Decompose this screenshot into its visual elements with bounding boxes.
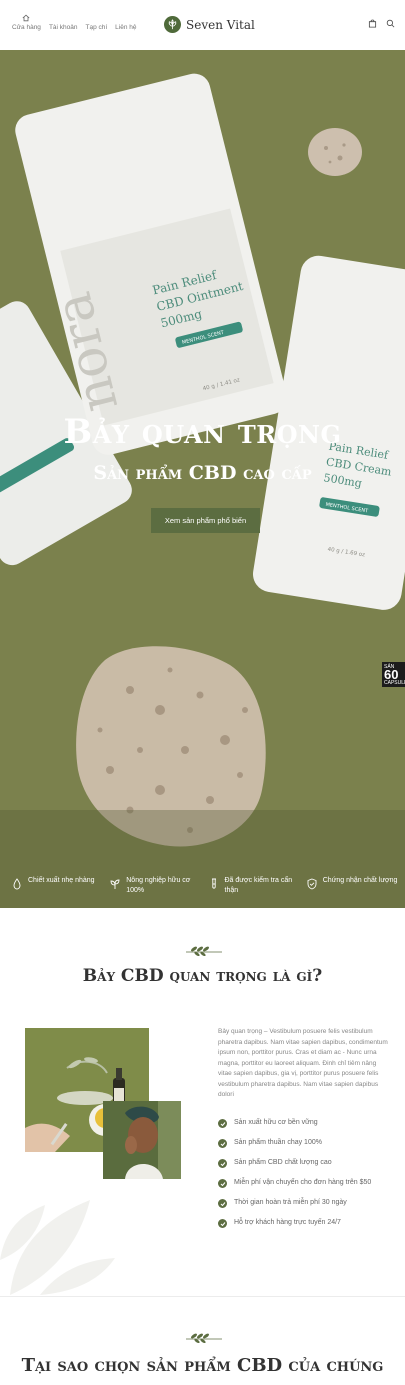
nav-contact[interactable]: Liên hệ bbox=[115, 14, 136, 31]
check-icon bbox=[218, 1119, 227, 1128]
checklist-text: Thời gian hoàn trả miễn phí 30 ngày bbox=[234, 1199, 347, 1206]
why-section-title: Tại sao chọn sản phẩm CBD của chúng bbox=[21, 1355, 384, 1376]
logo-text: Seven Vital bbox=[186, 17, 255, 32]
nav-shop-label: Cửa hàng bbox=[12, 24, 41, 31]
hero-banner: nora Pain Relief CBD Ointment 500mg MENT… bbox=[0, 50, 405, 908]
feature-item: Đã được kiểm tra cẩn thận bbox=[209, 876, 307, 895]
nav-shop[interactable]: Cửa hàng bbox=[12, 14, 41, 31]
checklist-text: Sản phẩm CBD chất lượng cao bbox=[234, 1159, 332, 1166]
check-icon bbox=[218, 1199, 227, 1208]
site-logo[interactable]: Seven Vital bbox=[164, 16, 255, 33]
feature-item: Chiết xuất nhẹ nhàng bbox=[12, 876, 110, 895]
about-paragraph: Bảy quan trọng – Vestibulum posuere feli… bbox=[218, 1028, 388, 1098]
hero-subtitle: Sản phẩm CBD cao cấp bbox=[93, 462, 312, 484]
checklist-item: Sản xuất hữu cơ bền vững bbox=[218, 1118, 393, 1128]
leaf-divider-icon bbox=[186, 946, 222, 956]
checklist-text: Miễn phí vận chuyển cho đơn hàng trên $5… bbox=[234, 1179, 372, 1186]
nav-account-label: Tài khoản bbox=[48, 24, 78, 31]
benefits-checklist: Sản xuất hữu cơ bền vững Sản phẩm thuần … bbox=[218, 1118, 393, 1238]
feature-item: Nông nghiệp hữu cơ 100% bbox=[110, 876, 208, 895]
badge-number: 60 bbox=[384, 667, 399, 682]
check-icon bbox=[218, 1219, 227, 1228]
bag-icon[interactable] bbox=[368, 19, 377, 28]
side-promo-badge[interactable]: SẢN 60 CAPSULES bbox=[382, 662, 405, 687]
sprout-icon bbox=[110, 879, 120, 889]
feature-text: Chiết xuất nhẹ nhàng bbox=[28, 877, 95, 884]
woman-applying-cream-photo bbox=[103, 1101, 181, 1179]
feature-text: Nông nghiệp hữu cơ 100% bbox=[126, 877, 191, 894]
checklist-text: Sản xuất hữu cơ bền vững bbox=[234, 1119, 318, 1126]
nav-magazine-label: Tạp chí bbox=[85, 24, 108, 31]
nav-shop-wrap: Cửa hàng bbox=[12, 14, 41, 31]
top-navigation: Cửa hàng Tài khoản Tạp chí Liên hệ bbox=[12, 14, 137, 31]
about-section-title: Bảy CBD quan trọng là gì? bbox=[82, 966, 323, 986]
checklist-text: Hỗ trợ khách hàng trực tuyến 24/7 bbox=[234, 1219, 341, 1226]
header-actions bbox=[368, 19, 395, 28]
check-icon bbox=[218, 1179, 227, 1188]
nav-contact-label: Liên hệ bbox=[115, 24, 137, 31]
badge-bottom-text: CAPSULES bbox=[384, 680, 405, 686]
leaf-drop-icon bbox=[13, 878, 21, 890]
checklist-item: Thời gian hoàn trả miễn phí 30 ngày bbox=[218, 1198, 393, 1208]
feature-strip: Chiết xuất nhẹ nhàng Nông nghiệp hữu cơ … bbox=[0, 876, 405, 895]
check-icon bbox=[218, 1159, 227, 1168]
checklist-item: Hỗ trợ khách hàng trực tuyến 24/7 bbox=[218, 1218, 393, 1228]
test-tube-icon bbox=[211, 878, 216, 889]
checklist-text: Sản phẩm thuần chay 100% bbox=[234, 1139, 322, 1146]
hero-title: Bảy quan trọng bbox=[63, 412, 342, 452]
home-icon bbox=[23, 14, 30, 22]
search-icon[interactable] bbox=[386, 19, 395, 28]
leaf-divider-icon bbox=[186, 1333, 222, 1343]
checklist-item: Sản phẩm thuần chay 100% bbox=[218, 1138, 393, 1148]
feature-text: Đã được kiểm tra cẩn thận bbox=[224, 877, 293, 894]
section-divider bbox=[0, 1296, 405, 1297]
check-icon bbox=[218, 1139, 227, 1148]
shield-check-icon bbox=[307, 878, 317, 890]
feature-text: Chứng nhận chất lượng bbox=[322, 877, 398, 884]
background-leaf-icon bbox=[0, 1200, 115, 1295]
site-header: Cửa hàng Tài khoản Tạp chí Liên hệ Seven… bbox=[0, 0, 405, 50]
view-popular-products-button[interactable]: Xem sản phẩm phổ biến bbox=[151, 508, 260, 533]
feature-item: Chứng nhận chất lượng bbox=[307, 876, 405, 895]
checklist-item: Miễn phí vận chuyển cho đơn hàng trên $5… bbox=[218, 1178, 393, 1188]
checklist-item: Sản phẩm CBD chất lượng cao bbox=[218, 1158, 393, 1168]
nav-magazine[interactable]: Tạp chí bbox=[85, 14, 107, 31]
nav-account[interactable]: Tài khoản bbox=[49, 14, 78, 31]
leaf-logo-icon bbox=[164, 16, 181, 33]
